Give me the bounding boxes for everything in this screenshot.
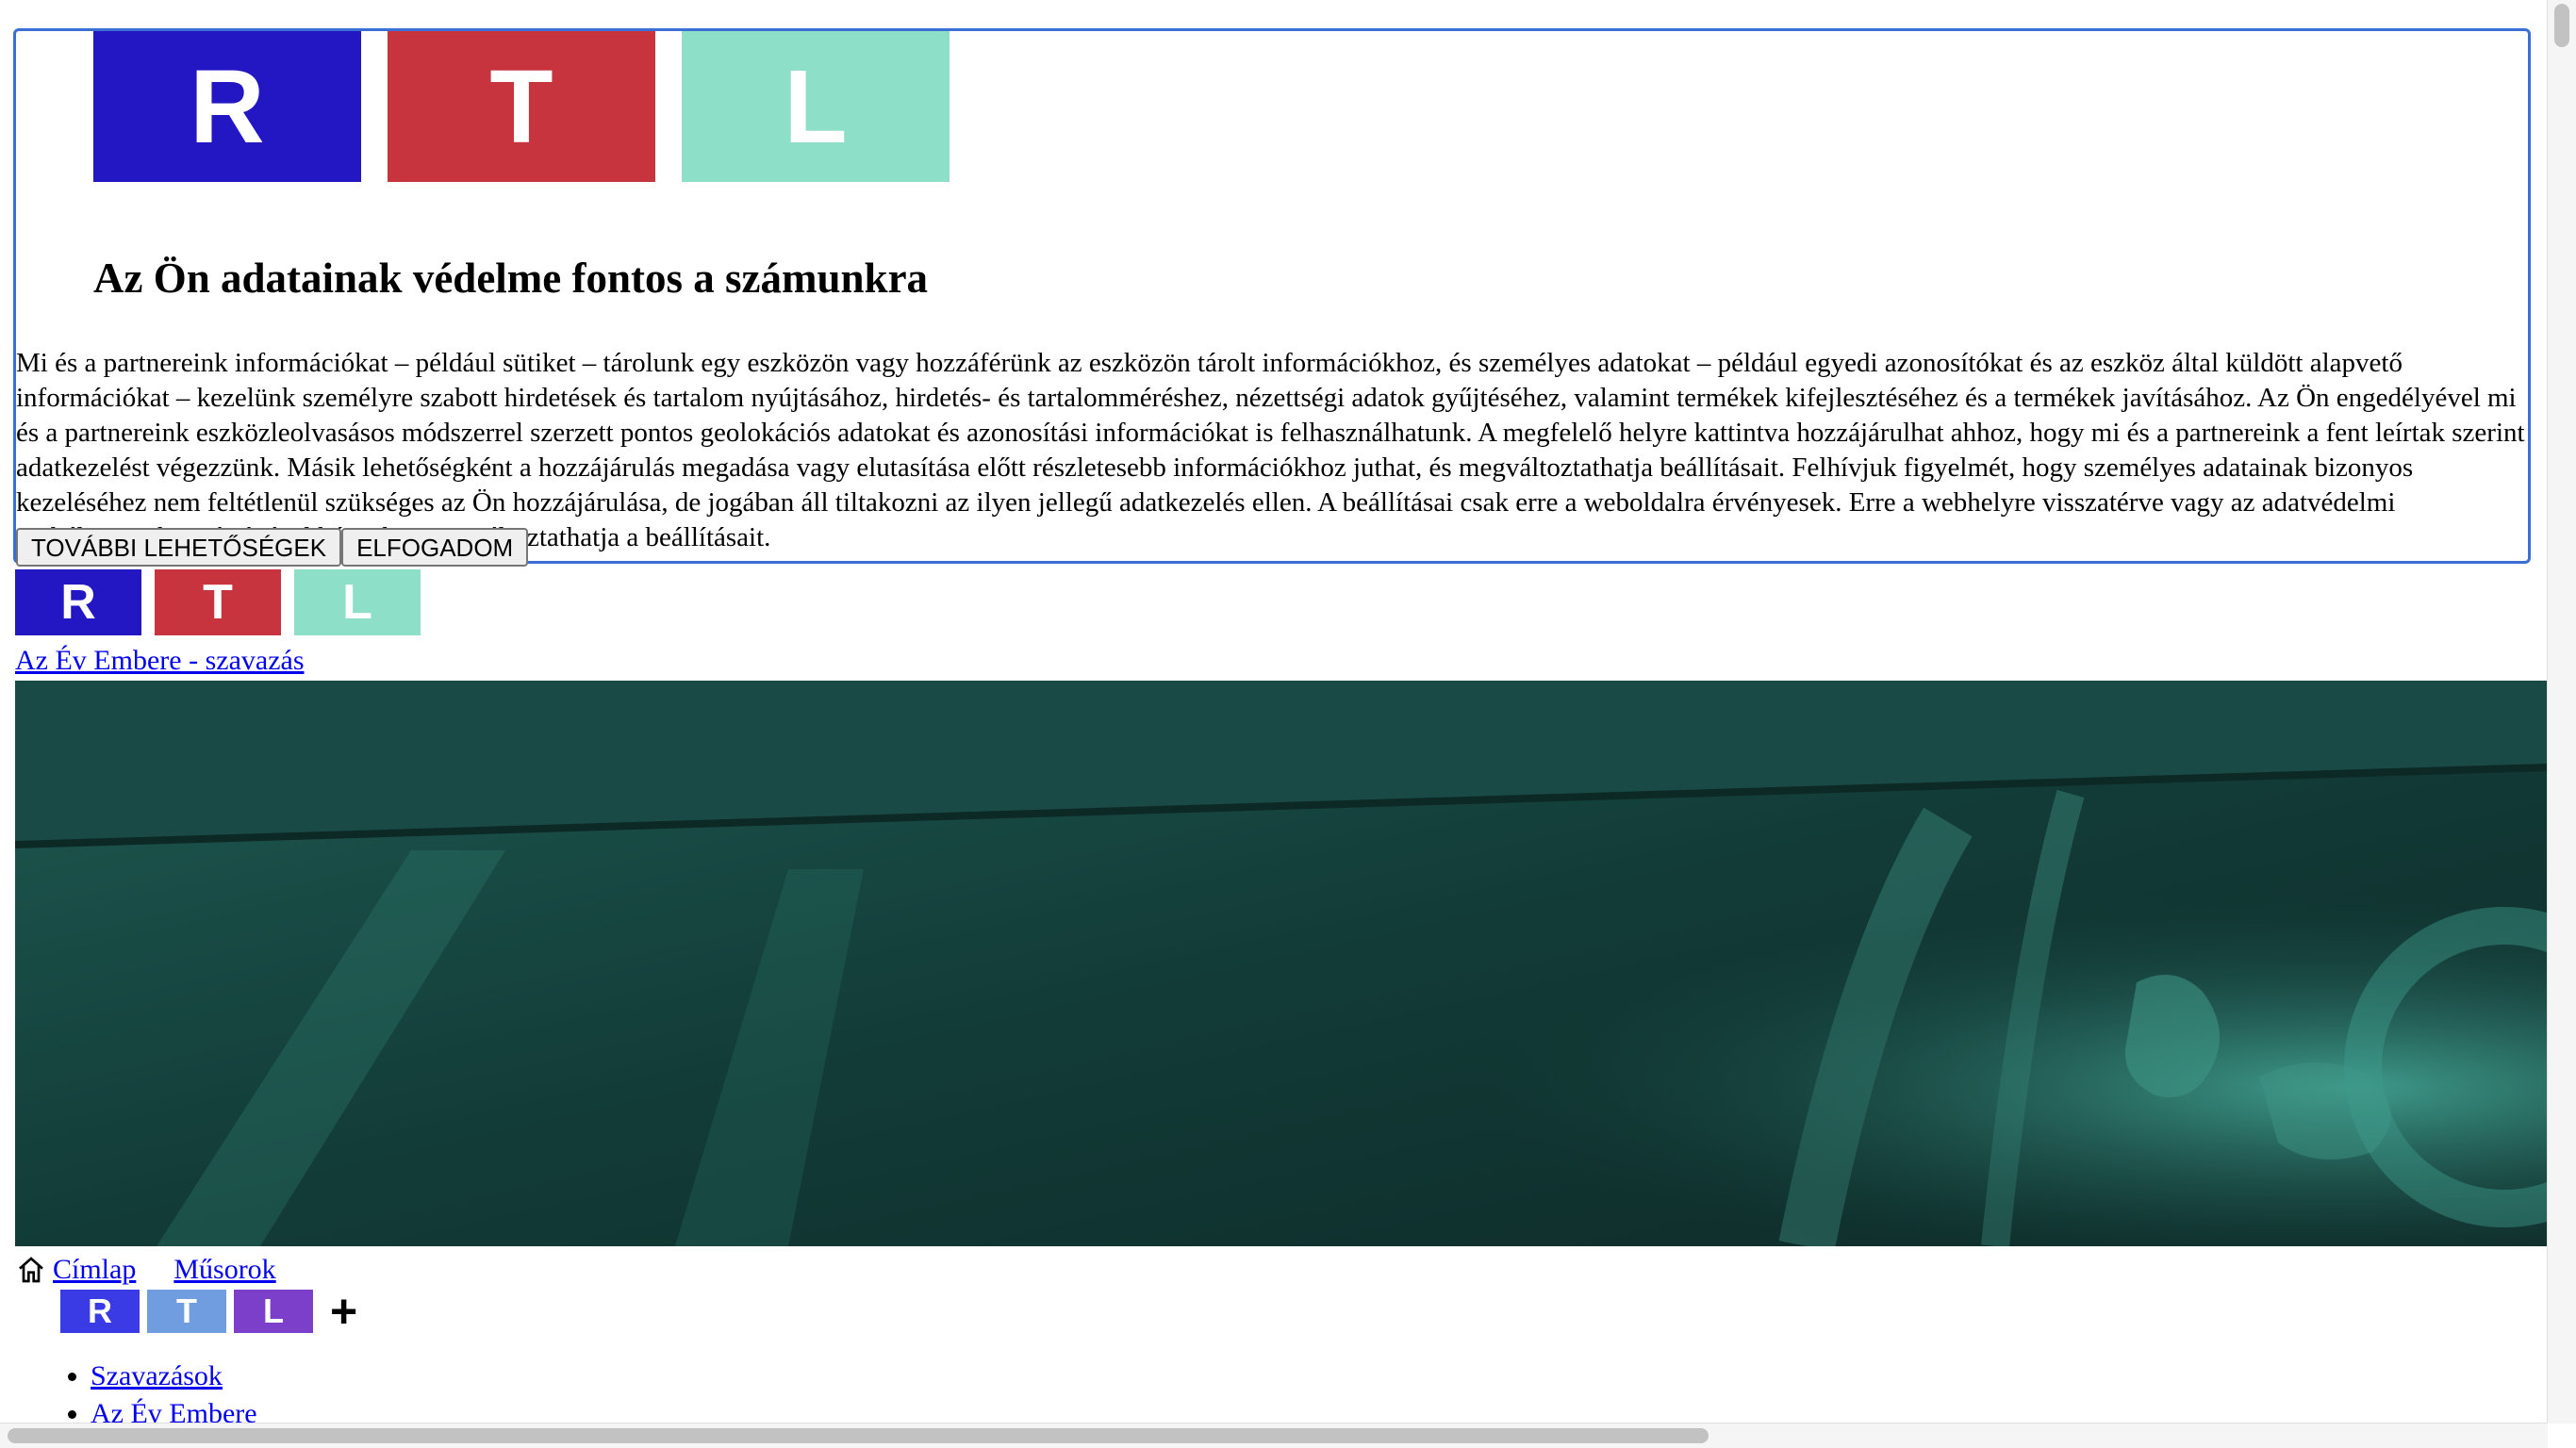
rtl-plus-logo[interactable]: R T L + [60,1285,358,1338]
horizontal-scrollbar[interactable] [0,1423,2548,1448]
nav-shows-link[interactable]: Műsorok [173,1254,275,1286]
logo-tile-l: L [294,569,421,635]
logo-tile-l: L [682,31,949,182]
rtlplus-tile-t: T [147,1290,226,1333]
rtl-logo-large: R T L [93,31,949,182]
sub-menu: Szavazások Az Év Embere [0,1358,257,1433]
menu-item: Szavazások [91,1358,257,1395]
consent-text: Mi és a partnereink információkat – péld… [16,348,2525,552]
main-nav: Címlap Műsorok [15,1254,276,1286]
logo-tile-r: R [15,569,141,635]
logo-tile-r: R [93,31,361,182]
hero-banner-image [15,681,2548,1246]
rtlplus-tile-l: L [234,1290,313,1333]
vertical-scroll-thumb[interactable] [2554,4,2569,47]
menu-link-votes[interactable]: Szavazások [91,1360,223,1391]
vote-link[interactable]: Az Év Embere - szavazás [15,645,305,677]
rtl-logo[interactable]: R T L [15,569,421,635]
rtlplus-tile-r: R [60,1290,140,1333]
consent-buttons: TOVÁBBI LEHETŐSÉGEK ELFOGADOM [16,528,529,567]
nav-home-link[interactable]: Címlap [53,1254,136,1286]
home-icon [15,1255,47,1285]
consent-heading: Az Ön adatainak védelme fontos a számunk… [93,255,929,302]
vertical-scrollbar[interactable] [2547,0,2576,1423]
consent-dialog: R T L Az Ön adatainak védelme fontos a s… [13,28,2531,567]
accept-button[interactable]: ELFOGADOM [341,528,529,567]
logo-tile-t: T [155,569,281,635]
logo-tile-t: T [388,31,655,182]
plus-sign: + [330,1285,358,1338]
horizontal-scroll-thumb[interactable] [8,1428,1709,1443]
banner-graphic [15,681,2548,1246]
more-options-button[interactable]: TOVÁBBI LEHETŐSÉGEK [16,528,342,567]
